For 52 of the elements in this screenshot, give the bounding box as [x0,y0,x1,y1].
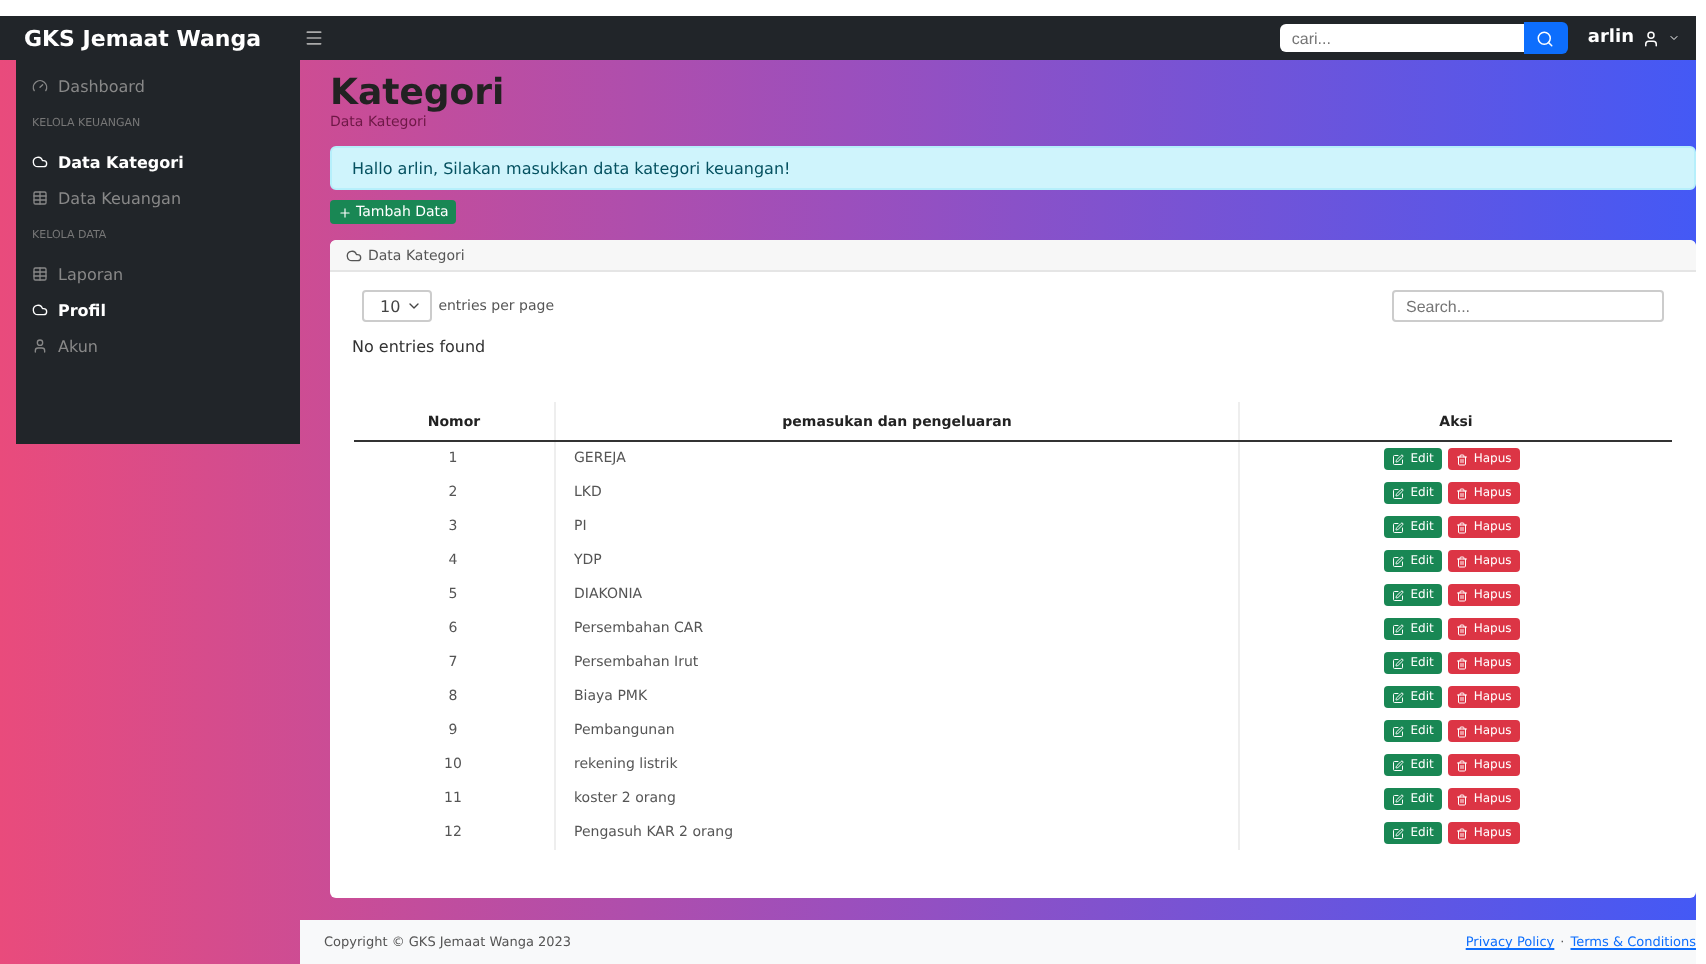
sidebar-item[interactable]: Laporan [16,256,300,292]
trash-icon [1455,589,1468,601]
search-icon [1536,29,1555,47]
sidebar-item[interactable]: Dashboard [16,68,300,104]
user-icon [1642,29,1660,47]
table-search-field[interactable]: Search... [1392,290,1664,322]
trash-icon [1455,827,1468,839]
menu-icon[interactable] [304,28,324,48]
edit-icon [1392,623,1405,635]
trash-icon [1455,453,1468,465]
sidebar-item[interactable]: Data Kategori [16,144,300,180]
cloud-icon [346,247,362,263]
edit-icon [1392,759,1405,771]
edit-icon [1392,589,1405,601]
brand-title[interactable]: GKS Jemaat Wanga [24,25,284,51]
caret-icon [1668,32,1680,44]
trash-icon [1455,623,1468,635]
trash-icon [1455,555,1468,567]
edit-icon [1392,793,1405,805]
edit-icon [1392,555,1405,567]
edit-icon [1392,657,1405,669]
sidebar-item[interactable]: Profil [16,292,300,328]
cloud-icon [32,302,48,318]
edit-icon [1392,725,1405,737]
table-icon [32,190,48,206]
sidebar-item[interactable]: Data Keuangan [16,180,300,216]
edit-icon [1392,487,1405,499]
trash-icon [1455,725,1468,737]
search-button[interactable] [1523,22,1568,54]
edit-icon [1392,827,1405,839]
user-icon [32,338,48,354]
trash-icon [1455,657,1468,669]
gauge-icon [32,78,48,94]
edit-icon [1392,521,1405,533]
edit-icon [1392,691,1405,703]
trash-icon [1455,759,1468,771]
edit-icon [1392,453,1405,465]
user-menu[interactable]: arlin [1587,28,1680,48]
table-icon [32,266,48,282]
caret-icon [406,298,423,314]
trash-icon [1455,487,1468,499]
empty-message: No entries found [350,336,488,356]
page-title: Kategori [330,72,507,114]
trash-icon [1455,691,1468,703]
page-size-select[interactable]: 10 [362,290,433,322]
sidebar-item[interactable]: Akun [16,328,300,364]
trash-icon [1455,793,1468,805]
info-alert: Hallo arlin, Silakan masukkan data kategori keuangan! [330,146,1696,190]
top-search-field[interactable]: cari... [1279,24,1524,52]
cloud-icon [32,154,48,170]
trash-icon [1455,521,1468,533]
plus-icon [338,205,352,219]
